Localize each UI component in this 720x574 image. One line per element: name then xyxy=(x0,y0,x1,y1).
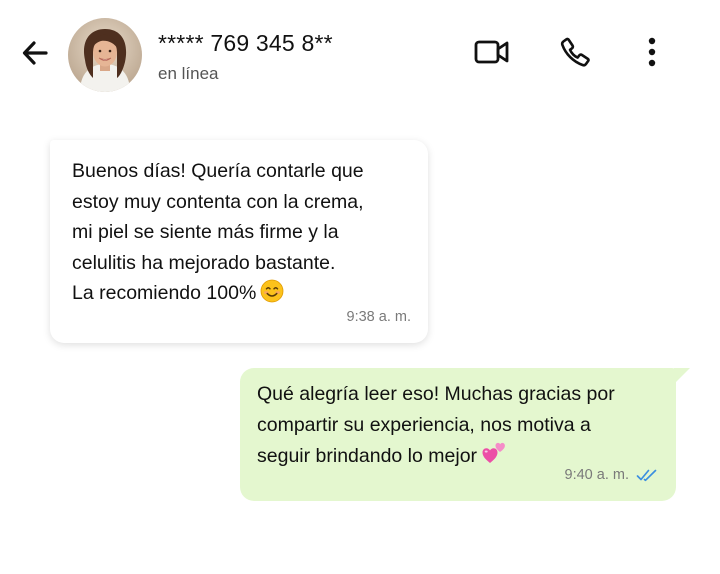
contact-photo xyxy=(68,18,142,92)
chat-header: ***** 769 345 8** en línea xyxy=(0,0,720,104)
message-line: estoy muy contenta con la crema, xyxy=(72,190,364,213)
message-time: 9:40 a. m. xyxy=(564,466,629,483)
message-line: celulitis ha mejorado bastante. xyxy=(72,251,336,274)
video-camera-icon xyxy=(474,40,509,64)
message-text: seguir brindando lo mejor xyxy=(257,445,478,467)
back-button[interactable] xyxy=(18,36,52,70)
message-line: compartir su experiencia, nos motiva a xyxy=(257,413,591,436)
outgoing-bubble-tail xyxy=(674,368,690,384)
incoming-message-bubble[interactable]: Buenos días! Quería contarle que estoy m… xyxy=(50,140,428,343)
message-meta: 9:40 a. m. xyxy=(565,460,658,491)
contact-name[interactable]: ***** 769 345 8** xyxy=(158,30,333,57)
phone-icon xyxy=(560,37,590,67)
contact-status: en línea xyxy=(158,64,219,83)
arrow-left-icon xyxy=(22,41,48,65)
double-check-read-icon xyxy=(636,469,657,481)
more-vertical-icon xyxy=(648,37,656,67)
message-time: 9:38 a. m. xyxy=(346,308,411,325)
voice-call-button[interactable] xyxy=(555,34,595,70)
message-text: La recomiendo 100% xyxy=(72,282,257,304)
avatar[interactable] xyxy=(68,18,142,92)
message-line: Qué alegría leer eso! Muchas gracias por xyxy=(257,383,615,405)
message-meta: 9:38 a. m. xyxy=(347,302,411,333)
message-line: Buenos días! Quería contarle que xyxy=(72,160,364,182)
outgoing-message-bubble[interactable]: Qué alegría leer eso! Muchas gracias por… xyxy=(240,368,676,501)
more-options-button[interactable] xyxy=(632,34,672,70)
video-call-button[interactable] xyxy=(472,34,512,70)
smiling-face-icon xyxy=(260,279,284,313)
two-hearts-icon xyxy=(481,440,507,476)
message-line: mi piel se siente más firme y la xyxy=(72,221,339,243)
